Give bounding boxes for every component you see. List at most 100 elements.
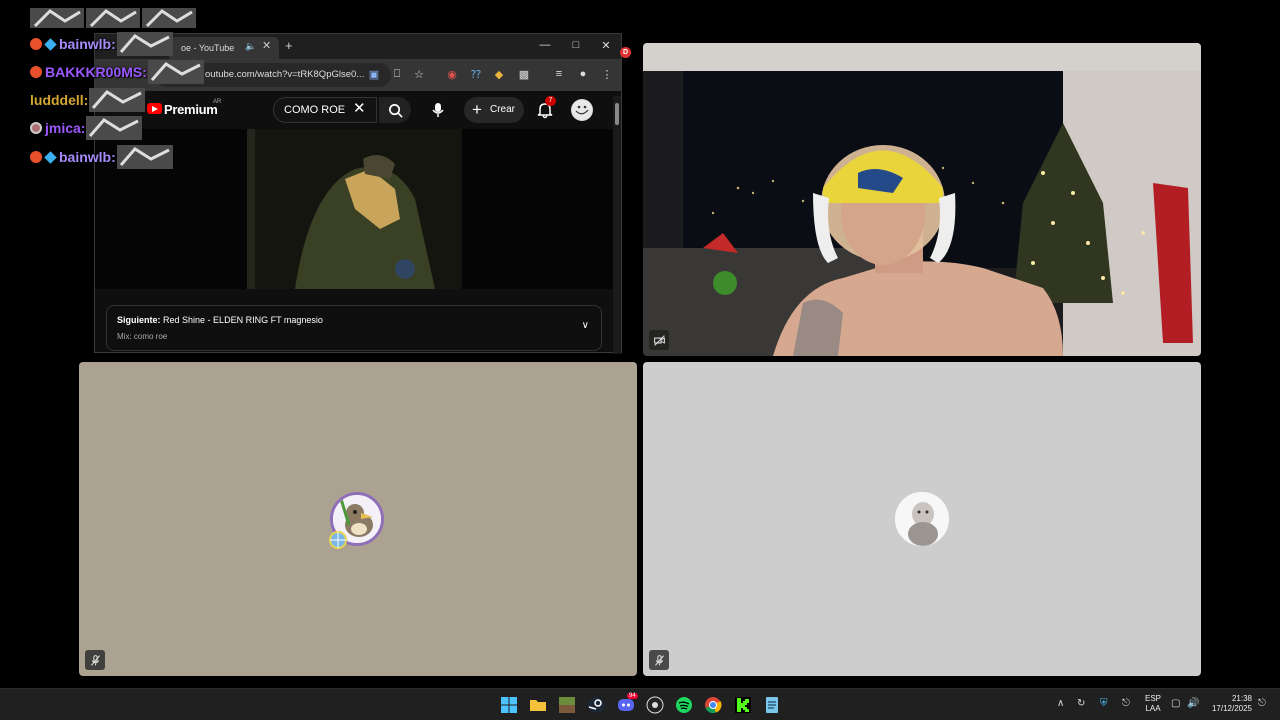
file-explorer-icon[interactable] — [529, 696, 547, 714]
up-next-label: Siguiente: — [117, 315, 161, 325]
plus-icon: + — [472, 100, 482, 119]
mic-muted-icon-button[interactable] — [85, 650, 105, 670]
chat-message: jmica: — [30, 116, 143, 140]
subscriber-badge-icon — [30, 66, 42, 78]
chat-username[interactable]: BAKKKR00MS: — [45, 64, 147, 80]
microphone-icon — [432, 103, 444, 117]
display-icon[interactable]: ▢ — [1171, 698, 1180, 709]
chat-message: BAKKKR00MS: — [30, 60, 204, 84]
notification-badge: D — [620, 47, 631, 58]
extension-icon[interactable]: ◆ — [492, 68, 506, 81]
emote-icon — [116, 32, 173, 56]
video-tile-webcam[interactable] — [643, 43, 1201, 356]
video-tile-participant-2[interactable] — [643, 362, 1201, 676]
url-text: outube.com/watch?v=tRK8QpGlse0... — [205, 69, 365, 80]
emote-icon — [116, 145, 173, 169]
emote-icon — [147, 60, 204, 84]
minimize-icon[interactable]: — — [535, 39, 555, 51]
windows-start-icon[interactable] — [500, 696, 518, 714]
new-tab-icon[interactable]: + — [285, 38, 293, 53]
search-icon — [388, 103, 403, 118]
emote-strip-image — [30, 8, 196, 28]
kick-icon[interactable] — [734, 696, 752, 714]
extension-adblock-icon[interactable]: ◉ — [445, 68, 459, 81]
chrome-icon[interactable] — [704, 696, 722, 714]
video-tile-participant-1[interactable] — [79, 362, 637, 676]
mic-muted-icon-button[interactable] — [649, 650, 669, 670]
emote-icon — [86, 116, 143, 140]
language-indicator[interactable]: ESP LAA — [1145, 694, 1161, 714]
baby-avatar-image — [895, 492, 949, 546]
up-next-video-title: Red Shine - ELDEN RING FT magnesio — [163, 315, 323, 325]
cast-icon[interactable]: ⎕ — [390, 68, 404, 81]
avatar-baby — [895, 492, 949, 546]
chat-username[interactable]: bainwlb: — [59, 36, 116, 52]
tab-title: oe - YouTube — [181, 43, 235, 53]
up-next-card[interactable]: Siguiente: Red Shine - ELDEN RING FT mag… — [106, 305, 602, 351]
media-queue-icon[interactable]: ≡ — [552, 68, 566, 80]
puzzle-extensions-icon[interactable]: ▩ — [517, 68, 531, 81]
chat-username[interactable]: bainwlb: — [59, 149, 116, 165]
chat-message: bainwlb: — [30, 32, 173, 56]
steam-icon[interactable] — [587, 696, 605, 714]
extension-translate-icon[interactable]: ⁇ — [469, 68, 483, 81]
moderator-badge-icon — [30, 122, 42, 134]
bookmark-star-icon[interactable]: ☆ — [412, 68, 426, 81]
speaker-icon[interactable]: 🔈 — [245, 41, 256, 52]
subscriber-badge-icon — [30, 151, 42, 163]
region-code: AR — [213, 99, 222, 105]
volume-icon[interactable]: 🔊 — [1187, 698, 1199, 709]
spotify-icon[interactable] — [675, 696, 693, 714]
obs-icon[interactable] — [646, 696, 664, 714]
defender-shield-icon[interactable]: ⛨ — [1100, 698, 1108, 709]
notifications-count-badge: 7 — [545, 96, 556, 106]
maximize-icon[interactable]: □ — [566, 39, 586, 51]
camera-off-icon-button[interactable] — [649, 330, 669, 350]
chat-message: ludddell: — [30, 88, 146, 112]
chat-username[interactable]: jmica: — [45, 120, 85, 136]
discord-badge: 94 — [627, 693, 638, 699]
chevron-up-icon[interactable]: ∧ — [1057, 698, 1064, 709]
notification-bell-icon[interactable]: ⎋ — [1258, 698, 1266, 709]
windows-taskbar: 94 ∧ ↻ ⛨ ⎋ ESP LAA ▢ 🔊 21:38 17/12/2025 … — [0, 688, 1280, 720]
page-scrollbar[interactable] — [613, 96, 621, 354]
minecraft-icon[interactable] — [558, 696, 576, 714]
youtube-premium-label[interactable]: Premium — [164, 102, 218, 117]
youtube-logo-icon[interactable] — [147, 103, 162, 114]
youtube-header: Premium AR COMO ROE ✕ + Crear 7 — [95, 91, 621, 129]
mic-slash-icon — [90, 654, 100, 666]
search-button[interactable] — [379, 97, 411, 123]
menu-kebab-icon[interactable]: ⋮ — [600, 68, 614, 81]
create-label: Crear — [490, 104, 516, 115]
account-avatar[interactable] — [571, 99, 593, 121]
keyboard-layout: LAA — [1145, 704, 1161, 713]
clock-date: 17/12/2025 — [1211, 704, 1252, 713]
up-next-mix: Mix: como roe — [117, 332, 168, 341]
prime-badge-icon — [44, 150, 57, 164]
up-next-title-row: Siguiente: Red Shine - ELDEN RING FT mag… — [117, 315, 323, 325]
search-value: COMO ROE — [284, 104, 346, 116]
emote-icon — [89, 88, 146, 112]
chat-username[interactable]: ludddell: — [30, 92, 88, 108]
chevron-down-icon[interactable]: ∨ — [582, 320, 589, 331]
sync-icon[interactable]: ↻ — [1077, 698, 1085, 709]
camera-slash-icon — [653, 334, 665, 346]
subscriber-badge-icon — [30, 38, 42, 50]
scrollbar-thumb[interactable] — [615, 103, 619, 125]
clock-time: 21:38 — [1231, 694, 1252, 703]
create-button[interactable]: + Crear — [464, 97, 524, 123]
profile-icon[interactable]: ● — [576, 68, 590, 80]
globe-badge-icon — [329, 531, 347, 549]
troll-face-icon — [572, 100, 592, 120]
voice-search-button[interactable] — [426, 98, 450, 122]
microphone-tray-icon[interactable]: ⎋ — [1122, 698, 1130, 709]
clear-search-icon[interactable]: ✕ — [353, 99, 366, 117]
chat-message: bainwlb: — [30, 145, 173, 169]
notepad-icon[interactable] — [763, 696, 781, 714]
close-tab-icon[interactable]: ✕ — [262, 39, 271, 52]
clock[interactable]: 21:38 17/12/2025 — [1206, 694, 1252, 714]
lens-icon[interactable]: ▣ — [367, 68, 381, 81]
prime-badge-icon — [44, 37, 57, 51]
close-window-icon[interactable]: ✕ — [596, 39, 616, 52]
tab-strip: oe - YouTube 🔈 ✕ + — □ ✕ — [95, 34, 621, 59]
